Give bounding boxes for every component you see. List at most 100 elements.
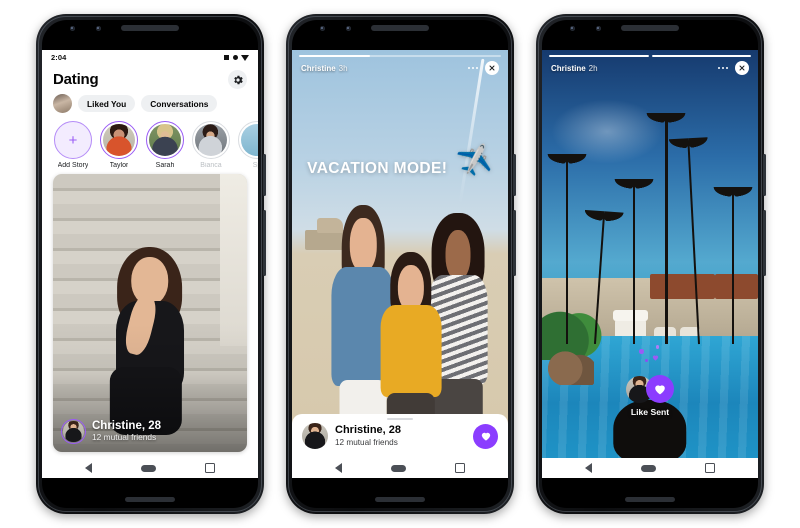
avatar[interactable] (302, 423, 328, 449)
earpiece (621, 25, 679, 31)
power-button[interactable] (763, 210, 766, 276)
story-actions (717, 61, 749, 75)
story-thumbnail (148, 123, 182, 157)
story-ring (100, 121, 138, 159)
volume-button[interactable] (263, 154, 266, 196)
status-icons (224, 54, 249, 61)
home-icon[interactable] (640, 464, 656, 472)
screen-dating-home: 2:04 Dating Liked You Conversations + Ad… (42, 50, 258, 478)
story-add[interactable]: + Add Story (53, 121, 93, 169)
bottom-speaker (125, 497, 175, 502)
front-camera-icon (570, 26, 575, 31)
progress-segment (651, 55, 751, 57)
add-story-ring: + (54, 121, 92, 159)
story-next[interactable]: Sp (237, 121, 258, 169)
story-ring (238, 121, 258, 159)
palm-tree (542, 154, 599, 344)
profile-bottom-sheet: Christine, 28 12 mutual friends (292, 414, 508, 458)
palm-tree (702, 186, 758, 344)
sensor-icon (96, 26, 101, 31)
front-camera-icon (320, 26, 325, 31)
story-label: Taylor (109, 161, 129, 169)
roof (714, 274, 758, 299)
power-button[interactable] (513, 210, 516, 276)
close-button[interactable] (485, 61, 499, 75)
story-viewer[interactable]: Christine 3h VACATION MODE! ✈️ Christine… (292, 50, 508, 458)
story-viewer[interactable]: Christine 2h Like Sent (542, 50, 758, 458)
screen-story-viewer: Christine 2h Like Sent (542, 50, 758, 478)
like-sent-row (626, 345, 674, 404)
story-username: Christine (551, 63, 586, 73)
heart-particle-icon (651, 353, 660, 362)
story-sarah[interactable]: Sarah (145, 121, 185, 169)
story-taylor[interactable]: Taylor (99, 121, 139, 169)
sensor-icon (346, 26, 351, 31)
story-label: Bianca (200, 161, 222, 169)
heart-particle (639, 349, 644, 354)
progress-segment (549, 55, 649, 57)
volume-button[interactable] (513, 154, 516, 196)
story-header: Christine 2h (551, 61, 749, 75)
stories-row[interactable]: + Add Story Taylor Sarah Bianca S (42, 119, 258, 174)
power-button[interactable] (263, 210, 266, 276)
gear-icon (233, 75, 243, 84)
home-icon[interactable] (140, 464, 156, 472)
earpiece (371, 25, 429, 31)
earpiece (121, 25, 179, 31)
android-nav-bar (542, 458, 758, 478)
heart-particle (655, 345, 660, 349)
close-icon (739, 65, 745, 71)
story-progress (549, 55, 751, 57)
like-sent-label: Like Sent (630, 407, 670, 418)
home-icon[interactable] (390, 464, 406, 472)
back-icon[interactable] (84, 463, 92, 473)
front-camera-icon (70, 26, 75, 31)
phones-showcase: 2:04 Dating Liked You Conversations + Ad… (0, 0, 800, 528)
battery-icon (224, 55, 229, 60)
like-button[interactable] (473, 423, 498, 449)
story-thumbnail (194, 123, 228, 157)
story-timestamp: 3h (338, 63, 348, 73)
pill-conversations[interactable]: Conversations (141, 95, 218, 112)
story-ring (146, 121, 184, 159)
palm-tree (602, 178, 665, 344)
story-thumbnail (102, 123, 136, 157)
volume-button[interactable] (763, 154, 766, 196)
profile-avatar-ring[interactable] (61, 419, 86, 444)
back-icon[interactable] (584, 463, 592, 473)
heart-icon (481, 432, 490, 441)
story-bianca[interactable]: Bianca (191, 121, 231, 169)
profile-card[interactable]: Christine, 28 12 mutual friends (53, 173, 247, 452)
back-icon[interactable] (334, 463, 342, 473)
settings-button[interactable] (228, 70, 247, 89)
story-thumbnail (240, 123, 258, 157)
status-time: 2:04 (51, 53, 67, 62)
close-icon (489, 65, 495, 71)
phone-story-like-sent: Christine 2h Like Sent (536, 14, 766, 514)
roof (650, 274, 715, 299)
more-options-icon[interactable] (467, 66, 478, 70)
more-options-icon[interactable] (717, 66, 728, 70)
progress-segment (299, 55, 501, 57)
screen-story-viewer: Christine 3h VACATION MODE! ✈️ Christine… (292, 50, 508, 478)
pill-liked-you[interactable]: Liked You (78, 95, 136, 112)
phone-dating-home: 2:04 Dating Liked You Conversations + Ad… (36, 14, 266, 514)
recents-icon[interactable] (455, 463, 466, 473)
story-actions (467, 61, 499, 75)
avatar[interactable] (53, 94, 72, 113)
recents-icon[interactable] (205, 463, 216, 473)
wifi-icon (241, 54, 249, 61)
profile-name: Christine, 28 (335, 424, 402, 437)
page-title: Dating (53, 71, 99, 88)
story-sticker-text: VACATION MODE! (307, 160, 448, 178)
story-ring (192, 121, 230, 159)
bottom-speaker (375, 497, 425, 502)
contrail (458, 58, 485, 205)
close-button[interactable] (735, 61, 749, 75)
heart-icon (655, 385, 665, 395)
filter-row: Liked You Conversations (42, 91, 258, 119)
recents-icon[interactable] (705, 463, 716, 473)
progress-fill (549, 55, 649, 57)
progress-fill (651, 55, 751, 57)
app-header: Dating (42, 65, 258, 91)
